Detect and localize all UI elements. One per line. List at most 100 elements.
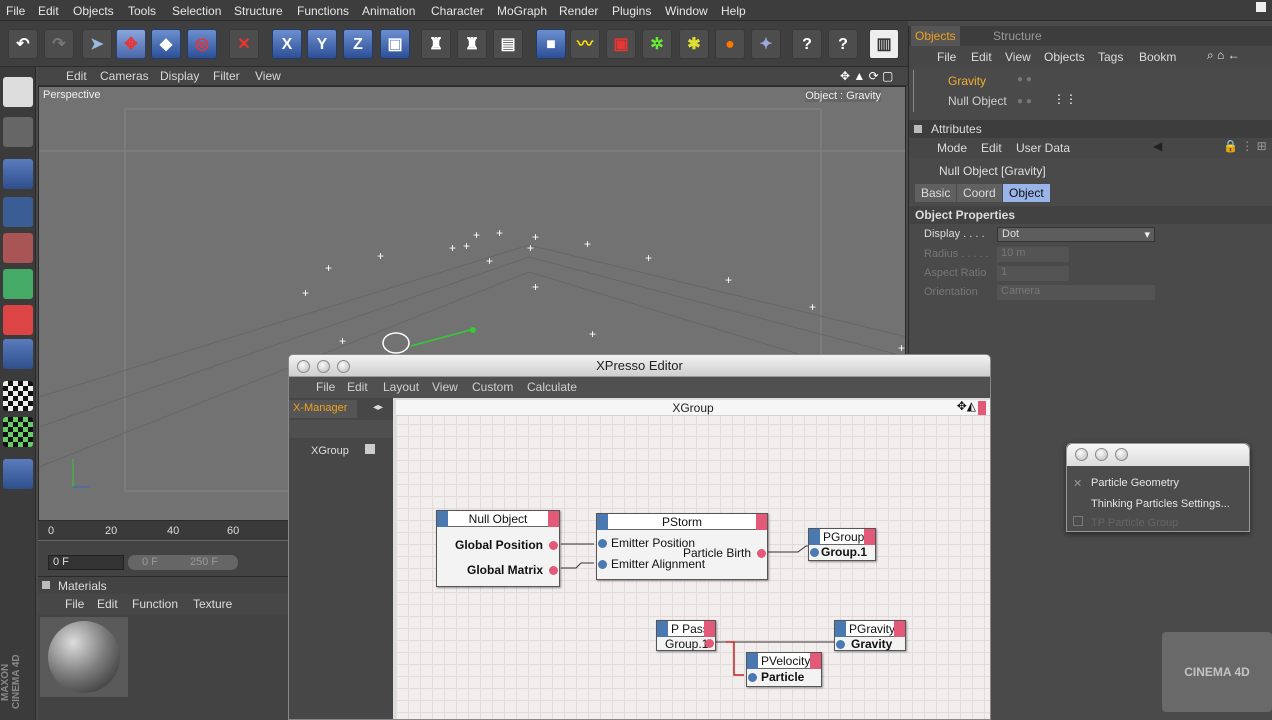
menu-window[interactable]: Window [665, 4, 708, 18]
input-port-dot[interactable] [748, 673, 757, 682]
node-input-tab[interactable] [809, 529, 820, 545]
menu-objects[interactable]: Objects [73, 4, 114, 18]
render-view-icon[interactable]: ♜ [421, 29, 451, 59]
y-axis-lock-icon[interactable]: Y [307, 29, 337, 59]
tag-icon[interactable]: ⋮⋮ [1053, 92, 1077, 106]
viewport-menu-display[interactable]: Display [160, 69, 199, 83]
tree-item-gravity[interactable]: Gravity [948, 74, 986, 88]
viewport-menu-filter[interactable]: Filter [213, 69, 240, 83]
output-port-dot[interactable] [757, 549, 766, 558]
back-arrow-icon[interactable]: ◀ [1153, 139, 1162, 153]
tab-object[interactable]: Object [1003, 184, 1050, 202]
x-manager-arrows-icon[interactable]: ◂▸ [373, 402, 383, 413]
node-pvelocity[interactable]: PVelocity Particle [746, 652, 822, 687]
menu-tools[interactable]: Tools [128, 4, 156, 18]
layout-icon[interactable]: ▥ [869, 29, 899, 59]
xpresso-canvas[interactable]: XGroup ✥◭ Null Object Global Position Gl… [396, 399, 990, 719]
attributes-menu-edit[interactable]: Edit [981, 141, 1002, 155]
axis-mode-icon[interactable] [3, 197, 33, 227]
viewport-menu-edit[interactable]: Edit [66, 69, 87, 83]
x-axis-lock-icon[interactable]: X [272, 29, 302, 59]
search-icon[interactable]: ⌕ ⌂ ← [1207, 48, 1240, 63]
panel-handle-icon[interactable] [914, 125, 922, 133]
x-manager-tab[interactable]: X-Manager [289, 400, 357, 418]
select-pointer-icon[interactable]: ➤ [82, 29, 112, 59]
radius-field[interactable]: 10 m [997, 247, 1069, 262]
deformer-icon[interactable]: ✱ [679, 29, 709, 59]
orientation-dropdown[interactable]: Camera [997, 285, 1155, 300]
z-axis-lock-icon[interactable]: Z [343, 29, 373, 59]
transform-icon[interactable]: ✕ [229, 29, 259, 59]
node-output-tab[interactable] [704, 621, 715, 637]
menu-edit[interactable]: Edit [38, 4, 59, 18]
workplane-icon[interactable] [3, 417, 33, 447]
menu-file[interactable]: File [6, 4, 25, 18]
polygons-mode-icon[interactable] [3, 305, 33, 335]
menu-plugins[interactable]: Plugins [612, 4, 651, 18]
node-output-tab[interactable] [894, 621, 905, 637]
points-mode-icon[interactable] [3, 233, 33, 263]
render-picture-viewer-icon[interactable]: ♜ [457, 29, 487, 59]
xpresso-menu-layout[interactable]: Layout [383, 380, 419, 394]
uv-mode-icon[interactable] [3, 339, 33, 369]
panel-handle-icon[interactable] [42, 581, 50, 589]
aspect-ratio-field[interactable]: 1 [997, 266, 1069, 281]
redo-icon[interactable]: ↷ [44, 29, 74, 59]
spline-icon[interactable]: 〰 [570, 29, 600, 59]
node-input-tab[interactable] [835, 621, 846, 637]
materials-menu-file[interactable]: File [65, 597, 84, 611]
array-icon[interactable]: ✲ [642, 29, 672, 59]
menu-functions[interactable]: Functions [297, 4, 349, 18]
output-port-dot[interactable] [549, 541, 558, 550]
menu-structure[interactable]: Structure [234, 4, 283, 18]
help-search-icon[interactable]: ? [828, 29, 858, 59]
minimize-window-button[interactable] [317, 360, 330, 373]
material-thumbnail[interactable] [40, 617, 128, 697]
node-pgroup[interactable]: PGroup Group.1 [808, 528, 876, 561]
menu-mograph[interactable]: MoGraph [497, 4, 547, 18]
menu-character[interactable]: Character [431, 4, 484, 18]
nurbs-icon[interactable]: ▣ [606, 29, 636, 59]
node-output-tab[interactable] [810, 653, 821, 669]
objects-menu-objects[interactable]: Objects [1044, 50, 1085, 64]
node-input-tab[interactable] [657, 621, 668, 637]
zoom-window-button[interactable] [337, 360, 350, 373]
objects-menu-bookmarks[interactable]: Bookm [1139, 50, 1176, 64]
scene-icon[interactable]: ● [715, 29, 745, 59]
viewport-icon[interactable] [3, 77, 33, 107]
tab-coord[interactable]: Coord [957, 184, 1002, 202]
input-port-dot[interactable] [598, 560, 607, 569]
viewport-nav-icons[interactable]: ✥ ▲ ⟳ ▢ [840, 69, 893, 83]
menu-item-tp-particle-group[interactable]: TP Particle Group [1091, 517, 1178, 529]
tree-item-xgroup[interactable]: XGroup [311, 445, 349, 457]
node-ppass[interactable]: P Pass Group.1 [656, 620, 716, 651]
scale-tool-icon[interactable]: ◆ [151, 29, 181, 59]
coordinate-system-icon[interactable]: ▣ [380, 29, 410, 59]
node-pgravity[interactable]: PGravity Gravity [834, 620, 906, 651]
zoom-window-button[interactable] [1115, 448, 1128, 461]
input-port-dot[interactable] [598, 539, 607, 548]
tab-structure[interactable]: Structure [993, 29, 1042, 43]
texture-mode-icon[interactable] [3, 381, 33, 411]
edges-mode-icon[interactable] [3, 269, 33, 299]
attributes-menu-user-data[interactable]: User Data [1016, 141, 1070, 155]
maximize-icon[interactable] [1256, 2, 1266, 12]
output-port-dot[interactable] [549, 566, 558, 575]
node-pstorm[interactable]: PStorm Emitter Position Emitter Alignmen… [596, 513, 768, 580]
viewport-menu-view[interactable]: View [255, 69, 281, 83]
display-dropdown[interactable]: Dot ▾ [997, 227, 1155, 242]
close-window-button[interactable] [1075, 448, 1088, 461]
undo-icon[interactable]: ↶ [8, 29, 38, 59]
input-port-dot[interactable] [836, 640, 845, 649]
snap-icon[interactable] [3, 459, 33, 489]
cube-primitive-icon[interactable]: ■ [536, 29, 566, 59]
objects-menu-edit[interactable]: Edit [971, 50, 992, 64]
xpresso-menu-edit[interactable]: Edit [347, 380, 368, 394]
move-tool-icon[interactable]: ✥ [116, 29, 146, 59]
rotate-tool-icon[interactable]: ◎ [187, 29, 217, 59]
viewport-menu-cameras[interactable]: Cameras [100, 69, 149, 83]
attributes-menu-mode[interactable]: Mode [937, 141, 967, 155]
frame-range-slider[interactable]: 0 F 250 F [128, 555, 238, 570]
xpresso-menu-custom[interactable]: Custom [472, 380, 513, 394]
node-input-tab[interactable] [437, 511, 448, 527]
